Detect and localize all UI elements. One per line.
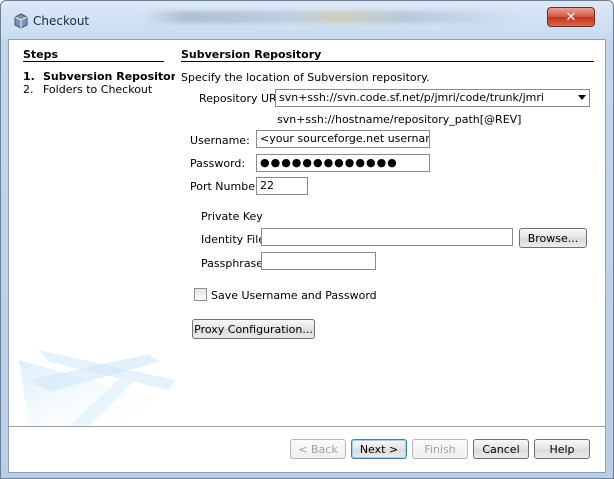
password-value: ●●●●●●●●●●●●● (260, 156, 398, 169)
step-item-subversion-repository: 1. Subversion Repository (23, 70, 175, 83)
checkout-app-icon (14, 13, 28, 29)
footer-divider (9, 426, 605, 427)
step-number: 1. (23, 70, 35, 83)
checkout-window: Checkout ✕ Steps 1. Subversion Repository… (0, 0, 614, 479)
repository-url-label: Repository URL: (199, 92, 287, 105)
instruction-text: Specify the location of Subversion repos… (181, 71, 430, 84)
identity-file-field[interactable] (261, 228, 513, 246)
title-bar[interactable]: Checkout ✕ (1, 1, 613, 39)
wizard-content: Steps 1. Subversion Repository 2. Folders … (8, 39, 606, 473)
browse-button[interactable]: Browse... (519, 228, 587, 248)
dropdown-arrow-icon[interactable] (578, 95, 586, 100)
passphrase-label: Passphrase: (201, 257, 267, 270)
wizard-decoration-art (19, 350, 175, 426)
username-label: Username: (190, 134, 250, 147)
port-number-field[interactable]: 22 (256, 177, 308, 195)
title-bar-glow (141, 11, 521, 23)
passphrase-field[interactable] (261, 252, 376, 270)
repository-panel: Subversion Repository Specify the locati… (181, 40, 605, 426)
repository-url-value: svn+ssh://svn.code.sf.net/p/jmri/code/tr… (279, 91, 544, 104)
steps-heading: Steps (23, 48, 59, 61)
close-icon: ✕ (565, 9, 577, 25)
port-number-value: 22 (260, 179, 274, 192)
username-field[interactable]: <your sourceforge.net username> (256, 130, 430, 148)
save-credentials-label[interactable]: Save Username and Password (211, 289, 377, 302)
next-button[interactable]: Next > (351, 439, 407, 459)
save-credentials-checkbox[interactable] (194, 288, 207, 301)
step-item-folders-to-checkout: 2. Folders to Checkout (23, 83, 152, 96)
cancel-button[interactable]: Cancel (473, 439, 529, 459)
proxy-configuration-button[interactable]: Proxy Configuration... (192, 319, 315, 339)
panel-divider (181, 61, 594, 62)
private-key-heading: Private Key (201, 210, 263, 223)
back-button[interactable]: < Back (290, 439, 346, 459)
panel-heading: Subversion Repository (181, 48, 322, 61)
repository-url-hint: svn+ssh://hostname/repository_path[@REV] (277, 113, 522, 126)
repository-url-combobox[interactable]: svn+ssh://svn.code.sf.net/p/jmri/code/tr… (275, 89, 590, 107)
close-button[interactable]: ✕ (547, 7, 595, 27)
help-button[interactable]: Help (534, 439, 590, 459)
identity-file-label: Identity File: (201, 233, 269, 246)
steps-divider (23, 61, 164, 62)
finish-button[interactable]: Finish (412, 439, 468, 459)
step-label: Subversion Repository (43, 70, 175, 83)
window-title: Checkout (33, 14, 90, 28)
port-number-label: Port Number: (190, 180, 264, 193)
step-label: Folders to Checkout (43, 83, 153, 96)
username-value: <your sourceforge.net username> (260, 132, 429, 145)
step-number: 2. (23, 83, 34, 96)
password-label: Password: (190, 157, 246, 170)
password-field[interactable]: ●●●●●●●●●●●●● (256, 154, 430, 172)
steps-pane: Steps 1. Subversion Repository 2. Folders … (9, 40, 175, 426)
